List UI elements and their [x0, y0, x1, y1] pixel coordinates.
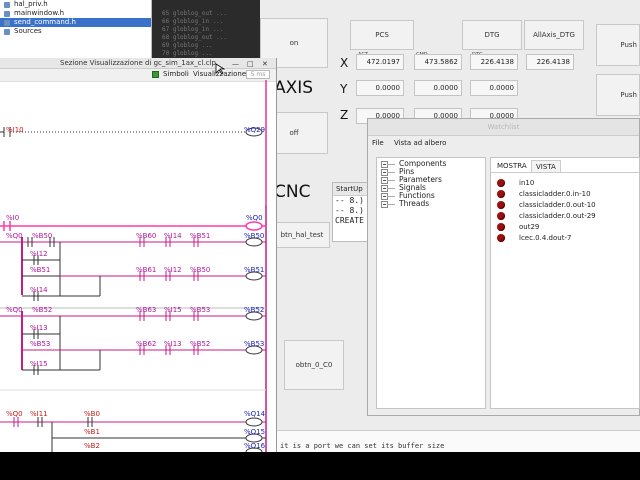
code-editor-panel: 65 globlog_out ... 66 globlog_in ... 67 …: [152, 0, 260, 58]
watch-pin-row: lcec.0.4.dout-7: [497, 233, 571, 243]
led-indicator-icon: [497, 190, 505, 198]
tab-mostra[interactable]: MOSTRA: [493, 160, 531, 172]
obtn-c0-button[interactable]: obtn_0_C0: [284, 340, 344, 390]
x-alldtg-readout: 226.4138: [526, 54, 574, 70]
header-file-icon: [4, 11, 10, 17]
push-button-1[interactable]: Push: [596, 24, 640, 66]
y-dtg-readout: 0.0000: [470, 80, 518, 96]
ladder-window: Sezione Visualizzazione di gc_sim_1ax_cl…: [0, 58, 277, 452]
dtg-button[interactable]: DTG: [462, 20, 522, 50]
watch-pin-row: classicladder.0.out-29: [497, 211, 596, 221]
code-line: 66 globlog_in ...: [162, 18, 224, 25]
cnc-title: CNC: [274, 182, 311, 202]
startup-title: StartUp: [333, 183, 371, 196]
code-line: 70 globlog ...: [162, 50, 213, 57]
led-indicator-icon: [497, 223, 505, 231]
checkbox-checked-icon[interactable]: [152, 71, 159, 78]
menu-file[interactable]: File: [372, 139, 384, 147]
hal-watch-window: Watchlist File Vista ad albero Component…: [367, 118, 640, 416]
allaxis-dtg-button[interactable]: AllAxis_DTG: [524, 20, 584, 50]
y-act-readout: 0.0000: [356, 80, 404, 96]
watch-pin-row: out29: [497, 222, 539, 232]
code-line: 68 globlog_out ...: [162, 34, 228, 41]
x-dtg-readout: 226.4138: [470, 54, 518, 70]
axis-title: AXIS: [274, 78, 314, 98]
console-text: it is a port we can set its buffer size: [280, 442, 445, 450]
cursor-icon: [215, 63, 226, 75]
tree-item-threads[interactable]: Threads: [377, 200, 485, 208]
file-item-sources[interactable]: Sources: [0, 27, 151, 36]
led-indicator-icon: [497, 201, 505, 209]
tree-item-components[interactable]: Components: [377, 160, 485, 168]
tree-item-parameters[interactable]: Parameters: [377, 176, 485, 184]
file-list: hal_priv.h mainwindow.h send_command.h S…: [0, 0, 152, 58]
axis-label-y: Y: [340, 82, 348, 96]
tree-item-functions[interactable]: Functions: [377, 192, 485, 200]
maximize-icon[interactable]: □: [247, 59, 254, 69]
startup-panel: StartUp -- 8.) *** -- 8.) *** CREATE: [332, 182, 372, 242]
watch-pin-row: classicladder.0.in-10: [497, 189, 591, 199]
folder-icon: [4, 29, 10, 35]
led-indicator-icon: [497, 212, 505, 220]
header-file-icon: [4, 2, 10, 8]
y-cmd-readout: 0.0000: [414, 80, 462, 96]
file-item-send-command[interactable]: send_command.h: [0, 18, 151, 27]
file-item-mainwindow[interactable]: mainwindow.h: [0, 9, 151, 18]
push-button-2[interactable]: Push: [596, 74, 640, 116]
x-act-readout: 472.0197: [356, 54, 404, 70]
close-icon[interactable]: ✕: [262, 59, 268, 69]
pcs-button[interactable]: PCS: [350, 20, 414, 50]
hal-test-button[interactable]: btn_hal_test: [274, 222, 330, 248]
code-line: 67 globlog_in ...: [162, 26, 224, 33]
watch-pin-row: classicladder.0.out-10: [497, 200, 596, 210]
code-line: 69 globlog ...: [162, 42, 213, 49]
bottom-console: it is a port we can set its buffer size: [270, 430, 640, 452]
watch-pin-row: in10: [497, 178, 534, 188]
hal-window-title: Watchlist: [368, 119, 639, 136]
code-line: 65 globlog_out ...: [162, 10, 228, 17]
hal-tree-view: Components Pins Parameters Signals Funct…: [376, 157, 486, 409]
ladder-window-title: Sezione Visualizzazione di gc_sim_1ax_cl…: [0, 58, 276, 69]
led-indicator-icon: [497, 179, 505, 187]
refresh-rate-input[interactable]: 5 ms: [246, 70, 270, 79]
axis-label-z: Z: [340, 108, 349, 122]
x-cmd-readout: 473.5862: [414, 54, 462, 70]
menu-tree-view[interactable]: Vista ad albero: [394, 139, 446, 147]
minimize-icon[interactable]: —: [232, 59, 239, 69]
hal-watch-panel: MOSTRA VISTA in10 classicladder.0.in-10 …: [490, 157, 640, 409]
led-indicator-icon: [497, 234, 505, 242]
hal-menubar: File Vista ad albero: [368, 136, 639, 150]
file-item-hal-priv[interactable]: hal_priv.h: [0, 0, 151, 9]
axis-label-x: X: [340, 56, 349, 70]
header-file-icon: [4, 20, 10, 26]
